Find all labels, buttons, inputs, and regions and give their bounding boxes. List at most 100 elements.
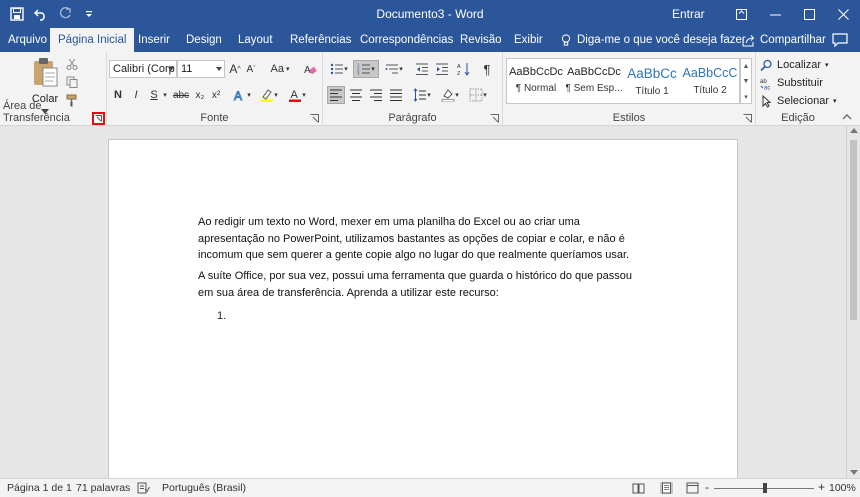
paragraph-group-label: Parágrafo (388, 112, 437, 124)
ribbon-tabs: Arquivo Página Inicial Inserir Design La… (0, 28, 860, 52)
select-label: Selecionar (777, 95, 829, 107)
styles-scroll-down-icon[interactable]: ▼ (741, 74, 751, 89)
list-number[interactable]: 1. (217, 310, 226, 322)
window-controls (724, 0, 860, 28)
font-color-icon[interactable]: A ▾ (285, 86, 309, 104)
maximize-icon[interactable] (792, 0, 826, 28)
replace-label: Substituir (777, 77, 823, 89)
styles-scroll-up-icon[interactable]: ▲ (741, 59, 751, 74)
styles-gallery: AaBbCcDc ¶ Normal AaBbCcDc ¶ Sem Esp... … (506, 58, 740, 104)
zoom-in-button[interactable]: + (818, 480, 825, 494)
svg-text:ab: ab (760, 79, 767, 85)
highlight-color-icon[interactable]: ▾ (257, 86, 281, 104)
style-name: ¶ Sem Esp... (565, 83, 623, 94)
bullets-icon[interactable]: ▾ (327, 60, 351, 78)
scroll-down-icon[interactable] (850, 470, 858, 475)
paragraph-group: ▾ 1 2 3 ▾ ▾ AZ ¶ ▾ ▾ ▾ Parágrafo (323, 52, 503, 126)
replace-button[interactable]: ab ac Substituir (760, 74, 823, 92)
decrease-indent-icon[interactable] (413, 60, 431, 78)
comments-icon[interactable] (832, 33, 848, 47)
paragraph-2[interactable]: A suíte Office, por sua vez, possui uma … (198, 268, 648, 301)
style-heading-2[interactable]: AaBbCcC Título 2 (681, 59, 739, 103)
scroll-thumb[interactable] (850, 140, 857, 320)
cut-icon[interactable] (64, 56, 80, 72)
change-case-button[interactable]: Aa ▾ (267, 60, 293, 78)
tab-layout[interactable]: Layout (230, 28, 281, 52)
document-page[interactable]: Ao redigir um texto no Word, mexer em um… (108, 139, 738, 491)
underline-dropdown[interactable]: ▾ (161, 86, 169, 104)
grow-font-button[interactable]: A ^ (228, 60, 242, 78)
clipboard-paste-icon (34, 58, 58, 87)
paragraph-1[interactable]: Ao redigir um texto no Word, mexer em um… (198, 214, 648, 264)
print-layout-icon[interactable] (660, 482, 673, 494)
close-icon[interactable] (826, 0, 860, 28)
numbering-icon[interactable]: 1 2 3 ▾ (353, 60, 379, 78)
word-count[interactable]: 71 palavras (76, 482, 130, 494)
sort-icon[interactable]: AZ (455, 60, 473, 78)
text-effects-icon[interactable]: A ▾ (231, 86, 253, 104)
share-button[interactable]: Compartilhar (742, 28, 826, 52)
find-button[interactable]: Localizar ▾ (760, 56, 829, 74)
clipboard-launcher-icon[interactable] (92, 112, 105, 125)
copy-icon[interactable] (64, 74, 80, 90)
scroll-up-icon[interactable] (850, 128, 858, 133)
tab-arquivo[interactable]: Arquivo (0, 28, 55, 52)
tab-referencias[interactable]: Referências (282, 28, 359, 52)
strikethrough-button[interactable]: abc (171, 86, 191, 104)
zoom-out-button[interactable]: - (705, 480, 709, 494)
tab-exibir[interactable]: Exibir (506, 28, 551, 52)
underline-button[interactable]: S (147, 86, 161, 104)
font-size-combo[interactable]: 11 (177, 60, 225, 78)
tab-inserir[interactable]: Inserir (130, 28, 178, 52)
style-no-spacing[interactable]: AaBbCcDc ¶ Sem Esp... (565, 59, 623, 103)
font-name-combo[interactable]: Calibri (Corp (109, 60, 177, 78)
subscript-button[interactable]: x₂ (193, 86, 207, 104)
tab-pagina-inicial[interactable]: Página Inicial (50, 28, 135, 52)
shading-icon[interactable]: ▾ (437, 86, 463, 104)
status-bar: Página 1 de 1 71 palavras Português (Bra… (0, 478, 860, 497)
language-indicator[interactable]: Português (Brasil) (162, 482, 246, 494)
document-area[interactable]: Ao redigir um texto no Word, mexer em um… (0, 126, 846, 491)
zoom-level[interactable]: 100% (829, 482, 856, 494)
font-launcher-icon[interactable] (310, 114, 319, 123)
tell-me-search[interactable]: Diga-me o que você deseja fazer (560, 28, 746, 52)
align-left-icon[interactable] (327, 86, 345, 104)
minimize-icon[interactable] (758, 0, 792, 28)
paragraph-launcher-icon[interactable] (490, 114, 499, 123)
style-name: Título 2 (693, 85, 727, 96)
superscript-button[interactable]: x² (209, 86, 223, 104)
grow-font-label: A (229, 62, 238, 76)
line-spacing-icon[interactable]: ▾ (409, 86, 435, 104)
read-mode-icon[interactable] (632, 482, 645, 494)
web-layout-icon[interactable] (686, 482, 699, 494)
tab-correspondencias[interactable]: Correspondências (352, 28, 461, 52)
style-sample: AaBbCc (627, 66, 677, 81)
sign-in-link[interactable]: Entrar (672, 7, 705, 21)
align-center-icon[interactable] (347, 86, 365, 104)
font-size-value: 11 (181, 63, 193, 75)
svg-text:ac: ac (764, 85, 770, 90)
vertical-scrollbar[interactable] (846, 126, 860, 478)
styles-more-icon[interactable]: ▾ (741, 89, 751, 104)
clear-formatting-icon[interactable]: A (301, 60, 319, 78)
italic-button[interactable]: I (129, 86, 143, 104)
show-formatting-icon[interactable]: ¶ (479, 60, 495, 78)
select-button[interactable]: Selecionar ▾ (760, 92, 837, 110)
borders-icon[interactable]: ▾ (465, 86, 491, 104)
style-heading-1[interactable]: AaBbCc Título 1 (623, 59, 681, 103)
align-right-icon[interactable] (367, 86, 385, 104)
collapse-ribbon-icon[interactable] (842, 113, 852, 121)
proofing-icon[interactable] (137, 482, 150, 494)
multilevel-list-icon[interactable]: ▾ (381, 60, 407, 78)
shrink-font-button[interactable]: Aˇ (244, 60, 258, 78)
ribbon-display-options-icon[interactable] (724, 0, 758, 28)
style-normal[interactable]: AaBbCcDc ¶ Normal (507, 59, 565, 103)
tab-revisao[interactable]: Revisão (452, 28, 510, 52)
page-count[interactable]: Página 1 de 1 (7, 482, 72, 494)
increase-indent-icon[interactable] (433, 60, 451, 78)
tab-design[interactable]: Design (178, 28, 230, 52)
zoom-slider-thumb[interactable] (763, 483, 767, 493)
bold-button[interactable]: N (111, 86, 125, 104)
justify-icon[interactable] (387, 86, 405, 104)
find-label: Localizar (777, 59, 822, 71)
